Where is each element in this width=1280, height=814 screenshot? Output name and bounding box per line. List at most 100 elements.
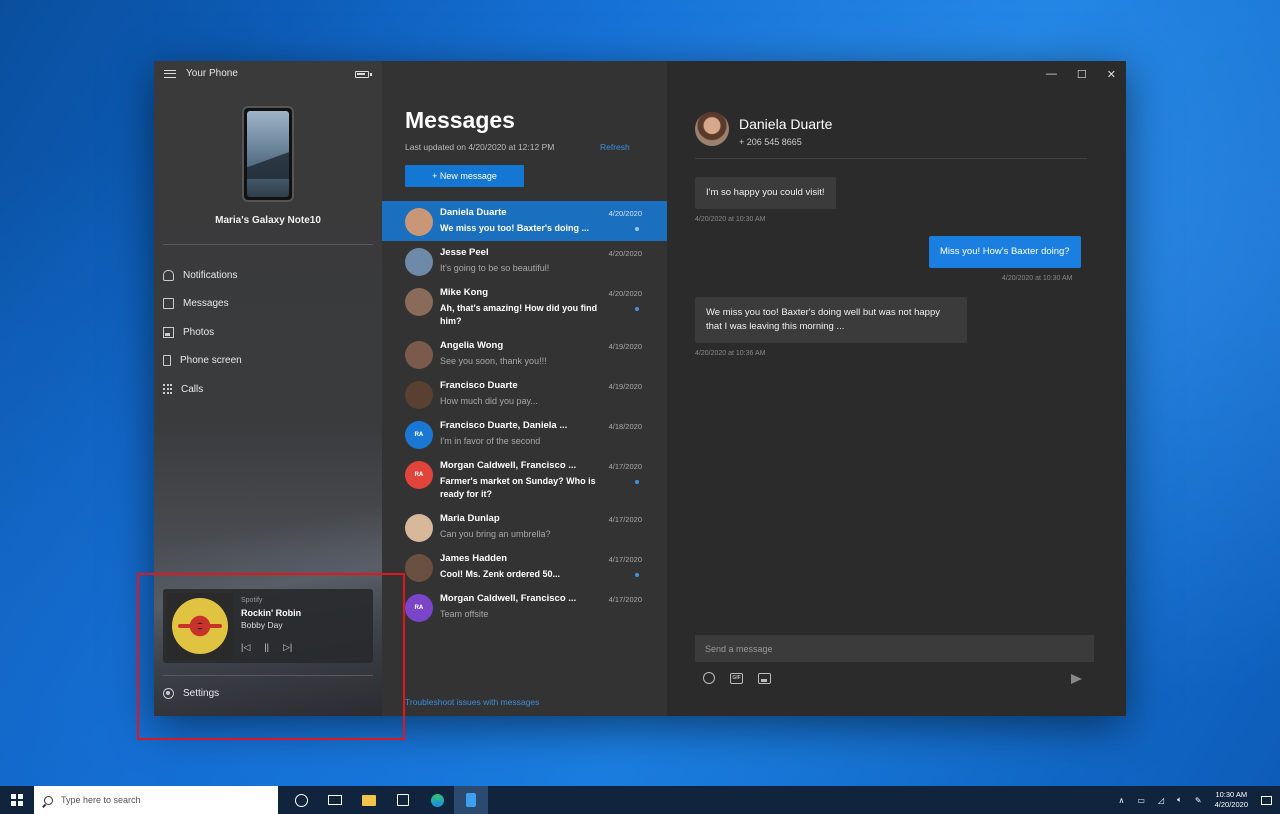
- conversation-list: Daniela Duarte We miss you too! Baxter's …: [382, 201, 667, 627]
- conversation-item[interactable]: James Hadden Cool! Ms. Zenk ordered 50...…: [382, 547, 667, 587]
- battery-icon: [355, 71, 372, 78]
- taskbar-your-phone[interactable]: [454, 786, 488, 814]
- conversation-name: Morgan Caldwell, Francisco ...: [440, 460, 577, 471]
- chevron-up-icon[interactable]: ∧: [1119, 796, 1125, 805]
- notification-center-icon[interactable]: [1261, 795, 1272, 805]
- conversation-date: 4/17/2020: [608, 595, 642, 604]
- emoji-icon[interactable]: [703, 672, 715, 684]
- network-icon[interactable]: ◿: [1158, 796, 1164, 805]
- conversation-name: Maria Dunlap: [440, 513, 500, 524]
- battery-tray-icon[interactable]: ▭: [1137, 796, 1145, 805]
- contact-name: Daniela Duarte: [739, 116, 833, 132]
- media-player-card: Spotify Rockin' Robin Bobby Day |◁ || ▷|: [163, 589, 373, 663]
- message-bubble-incoming[interactable]: We miss you too! Baxter's doing well but…: [695, 297, 967, 343]
- avatar: ᴿᴬ: [405, 461, 433, 489]
- conversation-date: 4/19/2020: [608, 342, 642, 351]
- pause-icon[interactable]: ||: [264, 642, 269, 653]
- store-icon: [397, 794, 409, 806]
- conversation-name: Jesse Peel: [440, 247, 489, 258]
- conversation-name: Francisco Duarte: [440, 380, 518, 391]
- conversation-preview: Can you bring an umbrella?: [440, 529, 551, 539]
- divider: [163, 244, 373, 245]
- message-bubble-incoming[interactable]: I'm so happy you could visit!: [695, 177, 836, 209]
- conversation-date: 4/17/2020: [608, 555, 642, 564]
- last-updated-text: Last updated on 4/20/2020 at 12:12 PM: [405, 142, 555, 152]
- avatar: ᴿᴬ: [405, 421, 433, 449]
- conversation-item[interactable]: ᴿᴬ Morgan Caldwell, Francisco ... Farmer's…: [382, 454, 667, 507]
- message-timestamp: 4/20/2020 at 10:30 AM: [1002, 275, 1073, 282]
- app-title: Your Phone: [186, 68, 238, 79]
- troubleshoot-link[interactable]: Troubleshoot issues with messages: [405, 697, 539, 707]
- compose-toolbar: GIF: [703, 672, 771, 684]
- conversation-item[interactable]: Daniela Duarte We miss you too! Baxter's …: [382, 201, 667, 241]
- taskbar-cortana[interactable]: [284, 786, 318, 814]
- album-art: [167, 593, 233, 659]
- next-track-icon[interactable]: ▷|: [283, 642, 292, 653]
- conversation-date: 4/20/2020: [608, 209, 642, 218]
- conversation-preview: Cool! Ms. Zenk ordered 50...: [440, 569, 561, 579]
- close-button[interactable]: ✕: [1107, 68, 1116, 81]
- hamburger-menu-icon[interactable]: [164, 69, 176, 78]
- phone-image: [242, 106, 294, 202]
- clock-time: 10:30 AM: [1215, 790, 1248, 799]
- conversation-preview: How much did you pay...: [440, 396, 538, 406]
- send-icon[interactable]: [1071, 674, 1082, 684]
- avatar: [405, 554, 433, 582]
- maximize-button[interactable]: ☐: [1077, 68, 1087, 81]
- conversation-item[interactable]: Jesse Peel It's going to be so beautiful!…: [382, 241, 667, 281]
- gif-icon[interactable]: GIF: [730, 672, 743, 684]
- minimize-button[interactable]: —: [1046, 68, 1057, 81]
- sidebar-item-notifications[interactable]: Notifications: [163, 261, 373, 290]
- taskbar-edge[interactable]: [420, 786, 454, 814]
- conversation-item[interactable]: ᴿᴬ Francisco Duarte, Daniela ... I'm in fa…: [382, 414, 667, 454]
- clock[interactable]: 10:30 AM 4/20/2020: [1215, 790, 1248, 810]
- conversation-preview: I'm in favor of the second: [440, 436, 541, 446]
- avatar: [405, 208, 433, 236]
- settings-label: Settings: [183, 688, 220, 699]
- sidebar-item-messages[interactable]: Messages: [163, 290, 373, 319]
- search-icon: [44, 795, 53, 805]
- avatar: [405, 381, 433, 409]
- device-name: Maria's Galaxy Note10: [215, 215, 321, 226]
- taskbar-search[interactable]: Type here to search: [34, 786, 278, 814]
- conversation-preview: Farmer's market on Sunday? Who is ready …: [440, 476, 596, 499]
- gear-icon: [163, 688, 174, 699]
- conversation-date: 4/18/2020: [608, 422, 642, 431]
- dialpad-icon: [163, 383, 172, 395]
- sidebar-item-photos[interactable]: Photos: [163, 318, 373, 347]
- start-button[interactable]: [0, 786, 34, 814]
- refresh-link[interactable]: Refresh: [600, 142, 630, 152]
- settings-button[interactable]: Settings: [163, 688, 219, 699]
- sidebar-item-phone-screen[interactable]: Phone screen: [163, 347, 373, 376]
- taskbar-file-explorer[interactable]: [352, 786, 386, 814]
- conversation-item[interactable]: Angelia Wong See you soon, thank you!!! 4/…: [382, 334, 667, 374]
- divider: [163, 675, 373, 676]
- conversation-item[interactable]: Francisco Duarte How much did you pay... 4…: [382, 374, 667, 414]
- previous-track-icon[interactable]: |◁: [241, 642, 250, 653]
- message-bubble-outgoing[interactable]: Miss you! How's Baxter doing?: [929, 236, 1081, 268]
- taskbar-apps: [284, 786, 488, 814]
- sidebar-item-calls[interactable]: Calls: [163, 375, 373, 404]
- conversation-item[interactable]: Maria Dunlap Can you bring an umbrella? 4/…: [382, 507, 667, 547]
- new-message-button[interactable]: + New message: [405, 165, 524, 187]
- taskbar-store[interactable]: [386, 786, 420, 814]
- pen-icon[interactable]: ✎: [1195, 796, 1202, 805]
- conversation-name: Daniela Duarte: [440, 207, 507, 218]
- conversation-item[interactable]: ᴿᴬ Morgan Caldwell, Francisco ... Team off…: [382, 587, 667, 627]
- sidebar-item-label: Phone screen: [180, 355, 242, 367]
- media-controls: |◁ || ▷|: [241, 642, 301, 653]
- conversation-preview: Team offsite: [440, 609, 489, 619]
- track-title: Rockin' Robin: [241, 608, 302, 618]
- conversation-preview: We miss you too! Baxter's doing ...: [440, 223, 589, 233]
- image-icon[interactable]: [758, 672, 771, 684]
- media-info: Spotify Rockin' Robin Bobby Day |◁ || ▷|: [233, 593, 301, 659]
- background-image: [154, 456, 382, 716]
- conversation-item[interactable]: Mike Kong Ah, that's amazing! How did you…: [382, 281, 667, 334]
- volume-icon[interactable]: 🔈︎: [1177, 795, 1182, 805]
- unread-dot-icon: [635, 480, 639, 484]
- conversation-preview: See you soon, thank you!!!: [440, 356, 547, 366]
- taskbar-task-view[interactable]: [318, 786, 352, 814]
- message-input[interactable]: Send a message: [695, 635, 1094, 662]
- cortana-icon: [294, 793, 308, 807]
- clock-date: 4/20/2020: [1214, 800, 1248, 809]
